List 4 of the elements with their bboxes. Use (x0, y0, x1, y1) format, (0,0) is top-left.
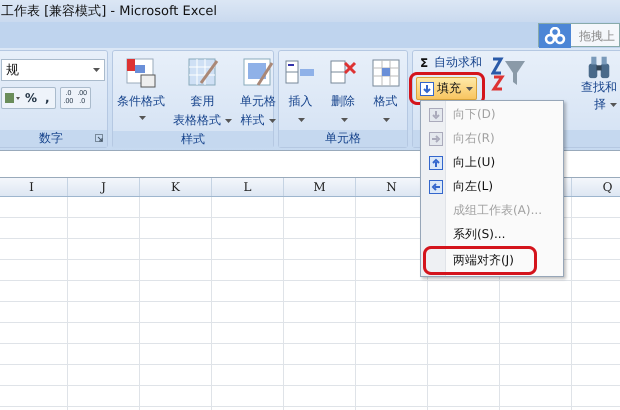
group-label: 数字 (39, 130, 63, 147)
group-label: 样式 (181, 131, 205, 148)
window-title: 工作表 [兼容模式] - Microsoft Excel (0, 3, 217, 20)
group-label: 单元格 (325, 130, 361, 147)
